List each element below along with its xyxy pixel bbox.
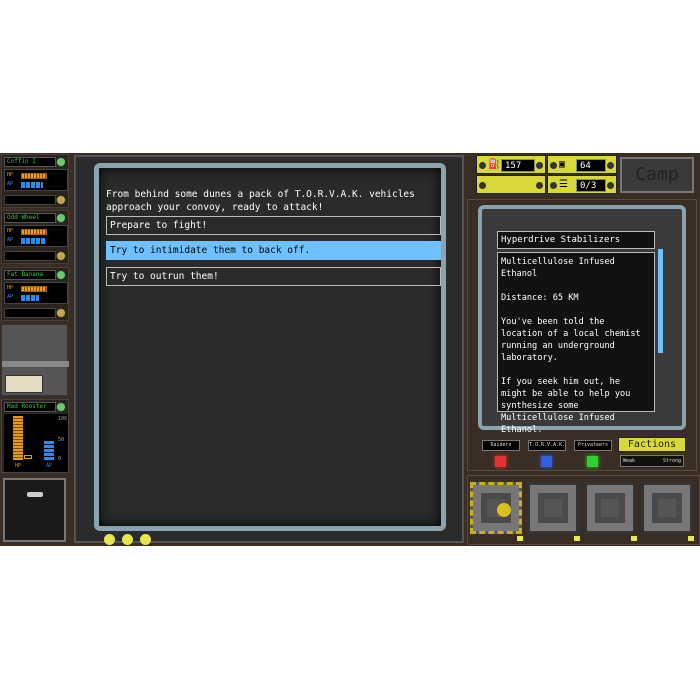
select-button[interactable]: [56, 195, 66, 205]
info-title: Hyperdrive Stabilizers: [497, 231, 655, 249]
ap-bar: [21, 238, 46, 244]
vehicle-name: Coffin I: [4, 157, 56, 167]
hp-label: HP: [7, 228, 14, 234]
privateers-standing-light: [587, 456, 598, 467]
strong-label: Strong: [662, 458, 681, 464]
info-body: Multicellulose Infused Ethanol Distance:…: [497, 252, 655, 435]
ap-bar: [21, 295, 39, 301]
ap-gauge: [44, 440, 54, 460]
ap-label: AP: [7, 294, 14, 300]
event-text: From behind some dunes a pack of T.O.R.V…: [106, 189, 415, 213]
select-button[interactable]: [56, 251, 66, 261]
module-icon: [497, 503, 511, 517]
food-value: 64: [576, 159, 606, 172]
vehicle-card[interactable]: Odd Wheel HP AP: [1, 210, 69, 264]
wrench-icon: [27, 492, 43, 497]
torvak-standing-light: [541, 456, 552, 467]
fuel-panel: ⛽ 157: [476, 155, 546, 174]
vehicle-name: Odd Wheel: [4, 213, 56, 223]
option-intimidate[interactable]: Try to intimidate them to back off.: [106, 241, 441, 260]
indicator-light: [104, 534, 115, 545]
slot-light: [517, 536, 523, 541]
cargo-slot-1[interactable]: [470, 482, 522, 534]
description: If you seek him out, he might be able to…: [501, 377, 631, 435]
destination-name: Multicellulose Infused Ethanol: [501, 257, 615, 279]
crew-value: 0/3: [576, 179, 606, 192]
status-light-icon[interactable]: [56, 213, 66, 223]
game-ui: Coffin I HP AP Odd Wheel HP AP Fat Banan…: [0, 153, 700, 546]
weak-label: Weak: [623, 458, 636, 464]
scrollbar[interactable]: [658, 249, 663, 353]
faction-raiders: Raiders: [482, 440, 520, 451]
raiders-standing-light: [495, 456, 506, 467]
option-outrun[interactable]: Try to outrun them!: [106, 267, 441, 286]
selected-vehicle-card: Mad Rooster HP AP 100 50 0: [1, 399, 69, 473]
vehicle-name: Fat Banana: [4, 270, 56, 280]
distance: Distance: 65 KM: [501, 293, 579, 303]
empty-panel: [476, 175, 546, 194]
indicator-light: [122, 534, 133, 545]
vehicle-slot: [4, 195, 56, 205]
cargo-slot-3[interactable]: [584, 482, 636, 534]
event-monitor: From behind some dunes a pack of T.O.R.V…: [94, 163, 446, 531]
faction-legend: Weak Strong: [620, 455, 684, 467]
select-button[interactable]: [56, 308, 66, 318]
vehicle-card[interactable]: Coffin I HP AP: [1, 154, 69, 208]
hp-bar: [21, 229, 47, 235]
scale-label: 0: [58, 456, 62, 462]
hp-label: HP: [7, 172, 14, 178]
fuel-value: 157: [501, 159, 535, 172]
hp-label: HP: [15, 463, 22, 469]
event-screen: From behind some dunes a pack of T.O.R.V…: [74, 155, 464, 543]
food-panel: ▣ 64: [547, 155, 617, 174]
status-light-icon[interactable]: [56, 270, 66, 280]
hp-bar: [21, 286, 47, 292]
vehicle-name: Mad Rooster: [4, 402, 56, 412]
faction-torvak: T.O.R.V.A.K.: [528, 440, 566, 451]
ap-label: AP: [7, 181, 14, 187]
hp-label: HP: [7, 285, 14, 291]
vehicle-slot: [4, 251, 56, 261]
hp-gauge: [13, 416, 23, 460]
engine-bay-image: [1, 324, 69, 396]
slot-light: [688, 536, 694, 541]
slot-light: [631, 536, 637, 541]
status-light-icon[interactable]: [56, 402, 66, 412]
vehicle-stats: HP AP: [4, 282, 68, 304]
description: You've been told the location of a local…: [501, 317, 641, 363]
status-light-icon[interactable]: [56, 157, 66, 167]
ap-label: AP: [46, 463, 53, 469]
hp-bar: [21, 173, 47, 179]
factions-button[interactable]: Factions: [618, 437, 686, 452]
scale-label: 50: [58, 437, 65, 443]
ap-bar: [21, 182, 43, 188]
vehicle-stats: HP AP: [4, 169, 68, 191]
indicator-light: [140, 534, 151, 545]
camp-button[interactable]: Camp: [620, 157, 694, 193]
vehicle-gauge: HP AP 100 50 0: [4, 414, 68, 472]
ap-label: AP: [7, 237, 14, 243]
crew-panel: ☰ 0/3: [547, 175, 617, 194]
faction-privateers: Privateers: [574, 440, 612, 451]
food-icon: ▣: [559, 159, 566, 170]
vehicle-card[interactable]: Fat Banana HP AP: [1, 267, 69, 321]
option-prepare-to-fight[interactable]: Prepare to fight!: [106, 216, 441, 235]
slot-light: [574, 536, 580, 541]
vehicle-slot: [4, 308, 56, 318]
scale-label: 100: [58, 416, 68, 422]
cargo-slot-4[interactable]: [641, 482, 693, 534]
crew-icon: ☰: [559, 179, 568, 190]
vehicle-portrait[interactable]: [3, 478, 66, 542]
cargo-slot-2[interactable]: [527, 482, 579, 534]
fuel-icon: ⛽: [488, 159, 501, 170]
vehicle-stats: HP AP: [4, 225, 68, 247]
